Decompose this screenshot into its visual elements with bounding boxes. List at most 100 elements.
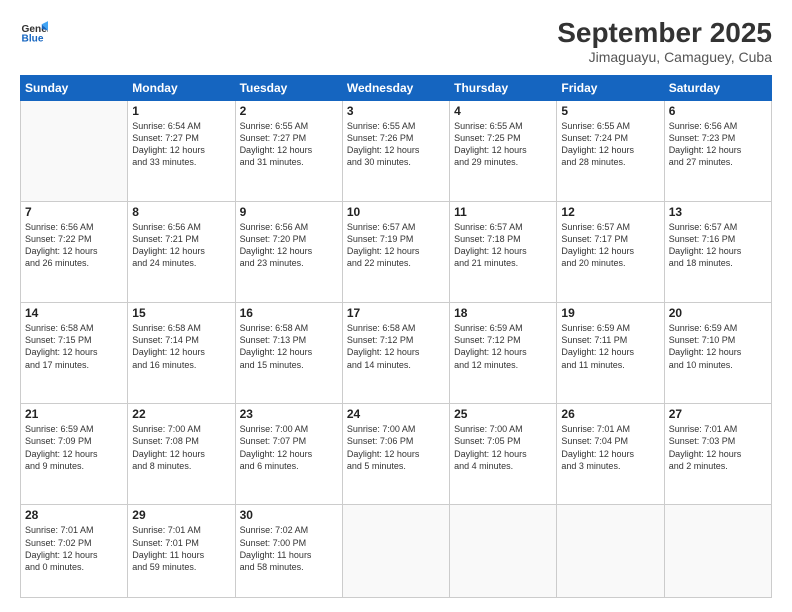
day-number: 30 [240, 508, 338, 522]
day-number: 29 [132, 508, 230, 522]
day-number: 25 [454, 407, 552, 421]
day-info: Sunrise: 6:57 AM Sunset: 7:19 PM Dayligh… [347, 221, 445, 270]
day-number: 21 [25, 407, 123, 421]
calendar-cell: 22 Sunrise: 7:00 AM Sunset: 7:08 PM Dayli… [128, 404, 235, 505]
day-number: 2 [240, 104, 338, 118]
calendar-cell: 20 Sunrise: 6:59 AM Sunset: 7:10 PM Dayli… [664, 303, 771, 404]
calendar-cell: 5Sunrise: 6:55 AM Sunset: 7:24 PM Daylig… [557, 100, 664, 201]
day-info: Sunrise: 6:54 AM Sunset: 7:27 PM Dayligh… [132, 120, 230, 169]
day-info: Sunrise: 6:57 AM Sunset: 7:17 PM Dayligh… [561, 221, 659, 270]
calendar-cell: 26 Sunrise: 7:01 AM Sunset: 7:04 PM Dayli… [557, 404, 664, 505]
calendar-cell: 7 Sunrise: 6:56 AM Sunset: 7:22 PM Daylig… [21, 201, 128, 302]
logo: General Blue [20, 18, 48, 46]
day-number: 22 [132, 407, 230, 421]
calendar-cell [664, 505, 771, 598]
weekday-thursday: Thursday [450, 75, 557, 100]
day-info: Sunrise: 6:59 AM Sunset: 7:11 PM Dayligh… [561, 322, 659, 371]
calendar-cell: 25 Sunrise: 7:00 AM Sunset: 7:05 PM Dayli… [450, 404, 557, 505]
day-number: 8 [132, 205, 230, 219]
day-number: 24 [347, 407, 445, 421]
svg-text:Blue: Blue [22, 33, 44, 44]
day-info: Sunrise: 7:01 AM Sunset: 7:02 PM Dayligh… [25, 524, 123, 573]
week-row-5: 28 Sunrise: 7:01 AM Sunset: 7:02 PM Dayli… [21, 505, 772, 598]
weekday-sunday: Sunday [21, 75, 128, 100]
day-number: 12 [561, 205, 659, 219]
day-info: Sunrise: 6:57 AM Sunset: 7:18 PM Dayligh… [454, 221, 552, 270]
day-info: Sunrise: 6:56 AM Sunset: 7:21 PM Dayligh… [132, 221, 230, 270]
calendar-page: General Blue September 2025 Jimaguayu, C… [0, 0, 792, 612]
calendar-cell: 2 Sunrise: 6:55 AM Sunset: 7:27 PM Daylig… [235, 100, 342, 201]
day-number: 1 [132, 104, 230, 118]
day-number: 7 [25, 205, 123, 219]
calendar-cell: 8 Sunrise: 6:56 AM Sunset: 7:21 PM Daylig… [128, 201, 235, 302]
calendar-cell: 28 Sunrise: 7:01 AM Sunset: 7:02 PM Dayli… [21, 505, 128, 598]
calendar-cell: 9 Sunrise: 6:56 AM Sunset: 7:20 PM Daylig… [235, 201, 342, 302]
calendar-cell: 16 Sunrise: 6:58 AM Sunset: 7:13 PM Dayli… [235, 303, 342, 404]
calendar-cell: 17Sunrise: 6:58 AM Sunset: 7:12 PM Dayli… [342, 303, 449, 404]
calendar-cell: 4Sunrise: 6:55 AM Sunset: 7:25 PM Daylig… [450, 100, 557, 201]
week-row-1: 1 Sunrise: 6:54 AM Sunset: 7:27 PM Daylig… [21, 100, 772, 201]
weekday-saturday: Saturday [664, 75, 771, 100]
calendar-cell: 19 Sunrise: 6:59 AM Sunset: 7:11 PM Dayli… [557, 303, 664, 404]
calendar-cell: 29 Sunrise: 7:01 AM Sunset: 7:01 PM Dayli… [128, 505, 235, 598]
day-number: 26 [561, 407, 659, 421]
day-info: Sunrise: 6:55 AM Sunset: 7:27 PM Dayligh… [240, 120, 338, 169]
calendar-cell: 21 Sunrise: 6:59 AM Sunset: 7:09 PM Dayli… [21, 404, 128, 505]
day-info: Sunrise: 6:55 AM Sunset: 7:25 PM Dayligh… [454, 120, 552, 169]
weekday-header-row: SundayMondayTuesdayWednesdayThursdayFrid… [21, 75, 772, 100]
calendar-cell: 27 Sunrise: 7:01 AM Sunset: 7:03 PM Dayli… [664, 404, 771, 505]
calendar-cell: 10 Sunrise: 6:57 AM Sunset: 7:19 PM Dayli… [342, 201, 449, 302]
day-number: 10 [347, 205, 445, 219]
day-info: Sunrise: 6:59 AM Sunset: 7:12 PM Dayligh… [454, 322, 552, 371]
calendar-cell: 24 Sunrise: 7:00 AM Sunset: 7:06 PM Dayli… [342, 404, 449, 505]
week-row-4: 21 Sunrise: 6:59 AM Sunset: 7:09 PM Dayli… [21, 404, 772, 505]
day-info: Sunrise: 7:00 AM Sunset: 7:05 PM Dayligh… [454, 423, 552, 472]
day-info: Sunrise: 6:58 AM Sunset: 7:14 PM Dayligh… [132, 322, 230, 371]
calendar-cell: 18Sunrise: 6:59 AM Sunset: 7:12 PM Dayli… [450, 303, 557, 404]
day-number: 27 [669, 407, 767, 421]
day-info: Sunrise: 7:00 AM Sunset: 7:06 PM Dayligh… [347, 423, 445, 472]
weekday-wednesday: Wednesday [342, 75, 449, 100]
day-info: Sunrise: 7:00 AM Sunset: 7:07 PM Dayligh… [240, 423, 338, 472]
weekday-friday: Friday [557, 75, 664, 100]
day-info: Sunrise: 7:00 AM Sunset: 7:08 PM Dayligh… [132, 423, 230, 472]
calendar-cell: 3 Sunrise: 6:55 AM Sunset: 7:26 PM Daylig… [342, 100, 449, 201]
calendar-cell: 13 Sunrise: 6:57 AM Sunset: 7:16 PM Dayli… [664, 201, 771, 302]
day-info: Sunrise: 6:56 AM Sunset: 7:22 PM Dayligh… [25, 221, 123, 270]
day-info: Sunrise: 6:58 AM Sunset: 7:15 PM Dayligh… [25, 322, 123, 371]
day-number: 19 [561, 306, 659, 320]
day-info: Sunrise: 7:02 AM Sunset: 7:00 PM Dayligh… [240, 524, 338, 573]
day-number: 23 [240, 407, 338, 421]
calendar-cell [21, 100, 128, 201]
day-info: Sunrise: 6:56 AM Sunset: 7:20 PM Dayligh… [240, 221, 338, 270]
calendar-cell: 12 Sunrise: 6:57 AM Sunset: 7:17 PM Dayli… [557, 201, 664, 302]
day-info: Sunrise: 6:56 AM Sunset: 7:23 PM Dayligh… [669, 120, 767, 169]
calendar-cell: 23 Sunrise: 7:00 AM Sunset: 7:07 PM Dayli… [235, 404, 342, 505]
day-info: Sunrise: 6:57 AM Sunset: 7:16 PM Dayligh… [669, 221, 767, 270]
day-info: Sunrise: 6:55 AM Sunset: 7:24 PM Dayligh… [561, 120, 659, 169]
day-info: Sunrise: 7:01 AM Sunset: 7:01 PM Dayligh… [132, 524, 230, 573]
day-info: Sunrise: 7:01 AM Sunset: 7:03 PM Dayligh… [669, 423, 767, 472]
day-info: Sunrise: 6:58 AM Sunset: 7:13 PM Dayligh… [240, 322, 338, 371]
day-info: Sunrise: 7:01 AM Sunset: 7:04 PM Dayligh… [561, 423, 659, 472]
day-number: 15 [132, 306, 230, 320]
calendar-cell: 6Sunrise: 6:56 AM Sunset: 7:23 PM Daylig… [664, 100, 771, 201]
day-info: Sunrise: 6:59 AM Sunset: 7:10 PM Dayligh… [669, 322, 767, 371]
day-info: Sunrise: 6:59 AM Sunset: 7:09 PM Dayligh… [25, 423, 123, 472]
day-number: 16 [240, 306, 338, 320]
day-number: 13 [669, 205, 767, 219]
day-info: Sunrise: 6:55 AM Sunset: 7:26 PM Dayligh… [347, 120, 445, 169]
calendar-table: SundayMondayTuesdayWednesdayThursdayFrid… [20, 75, 772, 598]
weekday-tuesday: Tuesday [235, 75, 342, 100]
calendar-cell [342, 505, 449, 598]
day-number: 14 [25, 306, 123, 320]
day-number: 28 [25, 508, 123, 522]
title-block: September 2025 Jimaguayu, Camaguey, Cuba [557, 18, 772, 65]
day-number: 20 [669, 306, 767, 320]
calendar-cell: 30 Sunrise: 7:02 AM Sunset: 7:00 PM Dayli… [235, 505, 342, 598]
calendar-cell [557, 505, 664, 598]
day-number: 9 [240, 205, 338, 219]
week-row-3: 14 Sunrise: 6:58 AM Sunset: 7:15 PM Dayli… [21, 303, 772, 404]
day-number: 3 [347, 104, 445, 118]
day-number: 17 [347, 306, 445, 320]
